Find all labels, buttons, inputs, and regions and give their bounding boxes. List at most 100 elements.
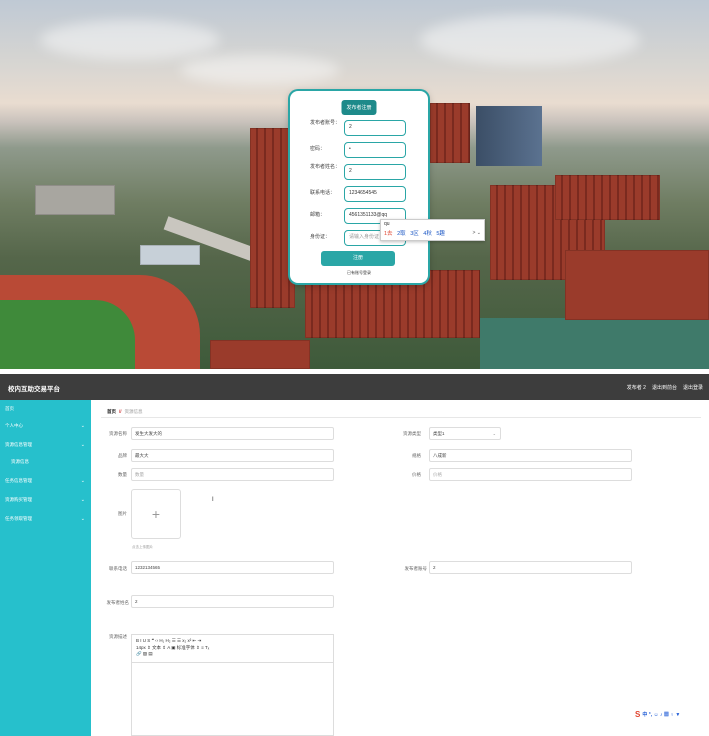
resource-name-input[interactable]: 发生大发大的 bbox=[131, 427, 334, 440]
chevron-down-icon: ⌄ bbox=[80, 442, 85, 448]
cloud bbox=[40, 20, 220, 60]
glass-building bbox=[476, 106, 542, 166]
divider bbox=[101, 417, 701, 418]
phone-input[interactable]: 1234654545 bbox=[344, 186, 406, 202]
login-link[interactable]: 已有账号登录 bbox=[290, 270, 428, 276]
building bbox=[565, 250, 709, 320]
password-label: 密码： bbox=[310, 146, 326, 152]
main-content: 首页//资源信息 资源名称 发生大发大的 资源类型 类型1 ⌄ 品牌 最大大 规… bbox=[91, 400, 709, 736]
quantity-label: 数量 bbox=[118, 472, 127, 477]
password-row: 密码： • bbox=[310, 142, 422, 160]
idcard-label: 身份证： bbox=[310, 234, 331, 240]
sogou-logo-icon[interactable]: S bbox=[635, 710, 640, 719]
register-dialog: 发布者注册 发布者账号： 2 密码： • 发布者姓名： 2 联系电话： 1234… bbox=[290, 91, 428, 283]
cloud bbox=[180, 55, 340, 85]
account-label: 发布者账号： bbox=[310, 120, 341, 126]
current-user: 发布者 2 bbox=[626, 385, 646, 391]
name-row: 发布者姓名： 2 bbox=[310, 164, 422, 182]
description-label: 资源描述 bbox=[109, 634, 127, 639]
chevron-down-icon: ⌄ bbox=[80, 497, 85, 503]
breadcrumb-separator: // bbox=[119, 409, 122, 414]
sidebar: 首页 个人中心 ⌄ 资源信息管理 ⌄ 资源信息 任务信息管理 ⌄ 资源购买管理 … bbox=[0, 400, 91, 736]
resource-type-select[interactable]: 类型1 ⌄ bbox=[429, 427, 501, 440]
account-input[interactable]: 2 bbox=[344, 120, 406, 136]
brand-label: 品牌 bbox=[118, 453, 127, 458]
publisher-name-label: 发布者姓名 bbox=[106, 600, 130, 605]
brand-input[interactable]: 最大大 bbox=[131, 449, 334, 462]
back-to-front-link[interactable]: 退出到前台 bbox=[652, 384, 677, 391]
ime-status-bar: S 中 °, ☺ ♪ ▦ ♀ ▼ bbox=[635, 710, 680, 719]
court bbox=[480, 318, 709, 369]
spec-input[interactable]: 八成新 bbox=[429, 449, 632, 462]
logout-link[interactable]: 退出登录 bbox=[683, 384, 703, 391]
name-input[interactable]: 2 bbox=[344, 164, 406, 180]
image-label: 图片 bbox=[118, 511, 127, 516]
publisher-account-label: 发布者账号 bbox=[404, 566, 428, 571]
phone-label: 联系电话 bbox=[109, 566, 127, 571]
sidebar-item-label: 资源信息 bbox=[11, 459, 29, 464]
sidebar-item-profile[interactable]: 个人中心 ⌄ bbox=[5, 423, 87, 431]
sports-field bbox=[0, 300, 135, 369]
top-links: 发布者 2 退出到前台 退出登录 bbox=[627, 384, 703, 391]
sidebar-item-label: 任务信息管理 bbox=[5, 478, 32, 483]
cloud bbox=[420, 15, 640, 65]
chevron-down-icon: ⌄ bbox=[80, 478, 85, 484]
email-label: 邮箱： bbox=[310, 212, 326, 218]
sidebar-item-home[interactable]: 首页 bbox=[5, 406, 87, 414]
password-input[interactable]: • bbox=[344, 142, 406, 158]
ime-candidate[interactable]: 1去 bbox=[384, 231, 393, 237]
building bbox=[35, 185, 115, 215]
resource-name-label: 资源名称 bbox=[109, 431, 127, 436]
register-button[interactable]: 注册 bbox=[321, 251, 395, 266]
sidebar-item-label: 个人中心 bbox=[5, 423, 23, 428]
account-row: 发布者账号： 2 bbox=[310, 120, 422, 138]
ime-candidate[interactable]: 2取 bbox=[397, 231, 406, 237]
sidebar-item-resource-info[interactable]: 资源信息 bbox=[11, 459, 93, 467]
building bbox=[430, 103, 470, 163]
building bbox=[250, 128, 295, 308]
breadcrumb-home[interactable]: 首页 bbox=[107, 409, 116, 414]
quantity-input[interactable]: 数量 bbox=[131, 468, 334, 481]
publisher-account-input[interactable]: 2 bbox=[429, 561, 632, 574]
upload-hint: 点击上传图片 bbox=[132, 545, 153, 549]
spec-label: 规格 bbox=[412, 453, 421, 458]
phone-row: 联系电话： 1234654545 bbox=[310, 186, 422, 204]
ime-candidate[interactable]: 4秋 bbox=[423, 231, 432, 237]
ime-candidate[interactable]: 3区 bbox=[410, 231, 419, 237]
chevron-down-icon: ⌄ bbox=[492, 431, 496, 436]
editor-toolbar-row[interactable]: 🔗 ▨ ▤ bbox=[136, 651, 329, 658]
phone-label: 联系电话： bbox=[310, 190, 336, 196]
sidebar-item-task-manage[interactable]: 任务信息管理 ⌄ bbox=[5, 478, 87, 486]
ime-toolbar-icons[interactable]: 中 °, ☺ ♪ ▦ ♀ ▼ bbox=[642, 711, 680, 718]
sidebar-item-label: 资源信息管理 bbox=[5, 442, 32, 447]
register-title: 发布者注册 bbox=[341, 100, 377, 115]
sidebar-item-task-claim[interactable]: 任务领取管理 ⌄ bbox=[5, 516, 87, 524]
resource-type-label: 资源类型 bbox=[403, 431, 421, 436]
name-label: 发布者姓名： bbox=[310, 164, 341, 170]
text-cursor-icon: I bbox=[212, 497, 214, 503]
sidebar-item-purchase-manage[interactable]: 资源购买管理 ⌄ bbox=[5, 497, 87, 505]
rich-text-editor[interactable]: B I U S ❝ ‹› H₁ H₂ ☰ ☰ x₂ x² ⇤ ⇥ 14px ⇕ … bbox=[131, 634, 334, 736]
phone-input[interactable]: 1232134565 bbox=[131, 561, 334, 574]
ime-candidate-popup: qu 1去 2取 3区 4秋 5趣 > ⌄ bbox=[380, 219, 485, 241]
resource-type-value: 类型1 bbox=[433, 431, 445, 436]
price-input[interactable]: 价格 bbox=[429, 468, 632, 481]
ime-candidate[interactable]: 5趣 bbox=[436, 231, 445, 237]
publisher-name-input[interactable]: 2 bbox=[131, 595, 334, 608]
building bbox=[555, 175, 660, 220]
ime-more-icon[interactable]: > ⌄ bbox=[473, 230, 482, 236]
sidebar-item-label: 任务领取管理 bbox=[5, 516, 32, 521]
breadcrumb: 首页//资源信息 bbox=[107, 409, 143, 415]
sidebar-item-label: 资源购买管理 bbox=[5, 497, 32, 502]
admin-page: 校内互助交易平台 发布者 2 退出到前台 退出登录 首页 个人中心 ⌄ 资源信息… bbox=[0, 374, 709, 736]
top-navbar: 校内互助交易平台 发布者 2 退出到前台 退出登录 bbox=[0, 374, 709, 400]
editor-toolbar: B I U S ❝ ‹› H₁ H₂ ☰ ☰ x₂ x² ⇤ ⇥ 14px ⇕ … bbox=[132, 635, 333, 663]
app-title: 校内互助交易平台 bbox=[8, 386, 60, 393]
campus-background: 发布者注册 发布者账号： 2 密码： • 发布者姓名： 2 联系电话： 1234… bbox=[0, 0, 709, 369]
image-upload[interactable]: + bbox=[131, 489, 181, 539]
price-label: 价格 bbox=[412, 472, 421, 477]
building bbox=[140, 245, 200, 265]
ime-candidates: 1去 2取 3区 4秋 5趣 bbox=[384, 229, 448, 237]
breadcrumb-current: 资源信息 bbox=[124, 409, 143, 414]
sidebar-item-resource-manage[interactable]: 资源信息管理 ⌄ bbox=[5, 442, 87, 450]
